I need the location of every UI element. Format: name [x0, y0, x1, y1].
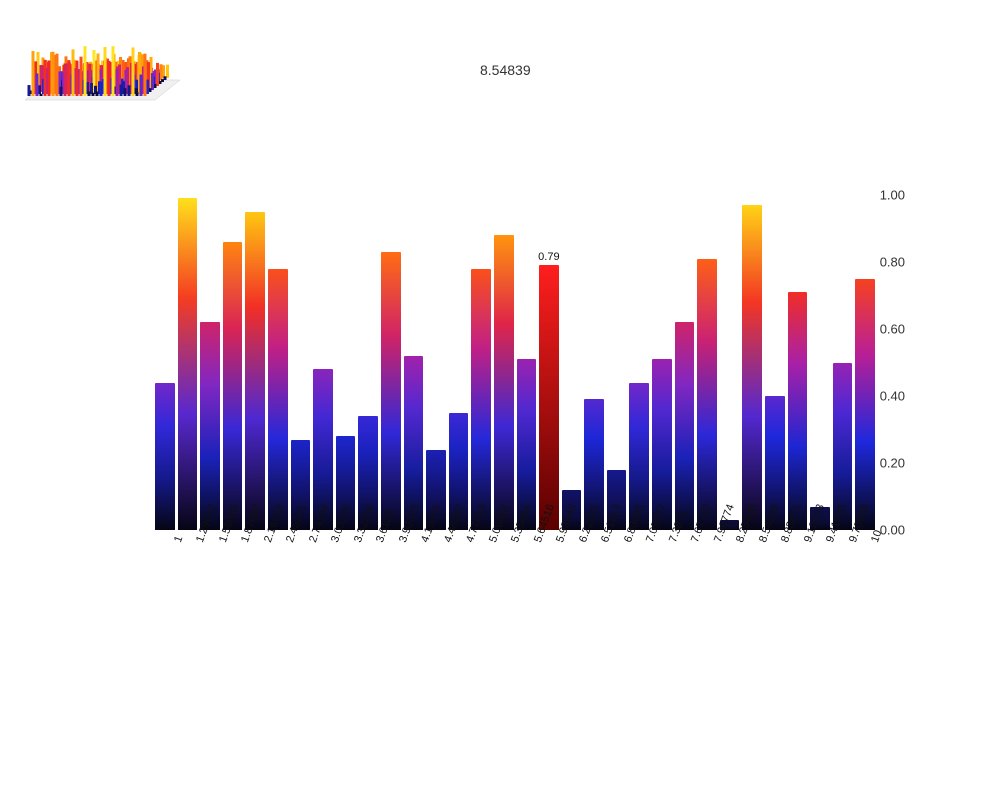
- bar[interactable]: [178, 198, 198, 530]
- y-axis: 0.000.200.400.600.801.00: [855, 195, 905, 530]
- bar[interactable]: [381, 252, 401, 530]
- bar[interactable]: [742, 205, 762, 530]
- bar[interactable]: [200, 322, 220, 530]
- x-axis: 11.290321.580651.870972.161292.451612.74…: [155, 535, 875, 625]
- y-tick-label: 0.60: [865, 322, 905, 337]
- bar[interactable]: 0.79: [539, 265, 559, 530]
- bar[interactable]: [675, 322, 695, 530]
- bar[interactable]: [494, 235, 514, 530]
- y-tick-label: 1.00: [865, 188, 905, 203]
- thumbnail-3d-chart: [10, 10, 185, 120]
- bar[interactable]: [223, 242, 243, 530]
- y-tick-label: 0.40: [865, 389, 905, 404]
- y-tick-label: 0.80: [865, 255, 905, 270]
- bar-value-label: 0.79: [538, 251, 559, 263]
- x-tick-label: 1: [172, 534, 185, 544]
- bar-group: 0.79: [155, 195, 875, 530]
- chart-title: 8.54839: [480, 62, 531, 78]
- bar[interactable]: [697, 259, 717, 530]
- chart-plot-area: 0.79: [155, 195, 875, 530]
- bar[interactable]: [788, 292, 808, 530]
- bar[interactable]: [155, 383, 175, 530]
- bar[interactable]: [268, 269, 288, 530]
- bar[interactable]: [471, 269, 491, 530]
- bar[interactable]: [245, 212, 265, 530]
- y-tick-label: 0.20: [865, 456, 905, 471]
